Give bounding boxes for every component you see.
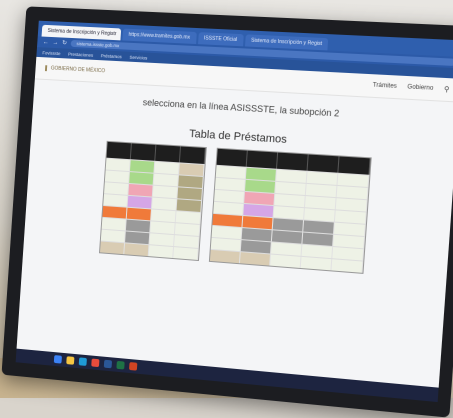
browser-tab[interactable]: ISSSTE Oficial — [198, 32, 244, 46]
word-icon[interactable] — [104, 360, 112, 369]
edge-icon[interactable] — [79, 357, 87, 366]
windows-start-icon[interactable] — [54, 355, 62, 364]
bookmark-item[interactable]: Préstamos — [101, 53, 122, 59]
file-explorer-icon[interactable] — [66, 356, 74, 365]
excel-icon[interactable] — [116, 361, 124, 370]
chrome-icon[interactable] — [91, 359, 99, 368]
loan-table-left — [99, 141, 207, 261]
bookmark-item[interactable]: Prestaciones — [68, 51, 93, 57]
site-logo[interactable]: GOBIERNO DE MÉXICO — [45, 65, 105, 74]
powerpoint-icon[interactable] — [129, 362, 137, 371]
nav-gobierno[interactable]: Gobierno — [407, 84, 433, 92]
page-content: selecciona en la línea ASISSSTE, la subo… — [23, 79, 453, 286]
search-icon[interactable]: ⚲ — [444, 85, 450, 94]
nav-tramites[interactable]: Trámites — [372, 82, 397, 89]
back-icon[interactable]: ← — [43, 39, 49, 45]
bookmark-item[interactable]: Fovissste — [42, 50, 60, 56]
reload-icon[interactable]: ↻ — [62, 40, 67, 47]
forward-icon[interactable]: → — [52, 40, 58, 46]
monitor: Sistema de Inscripción y Registr https:/… — [2, 6, 453, 417]
site-nav: Trámites Gobierno ⚲ — [372, 81, 449, 93]
bookmark-item[interactable]: Servicios — [129, 54, 147, 60]
loan-tables — [37, 137, 440, 279]
loan-table-right — [209, 148, 372, 274]
screen: Sistema de Inscripción y Registr https:/… — [16, 21, 453, 402]
